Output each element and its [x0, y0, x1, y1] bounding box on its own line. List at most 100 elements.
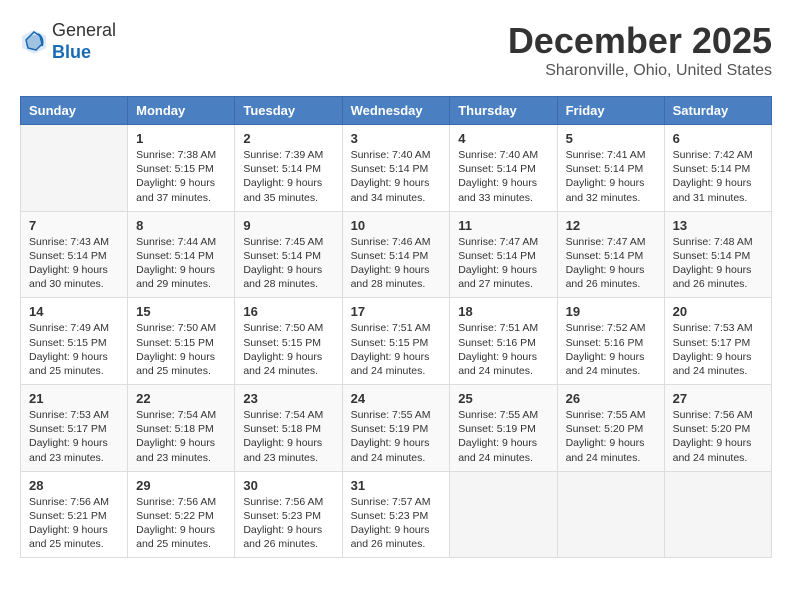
- calendar-cell: [21, 125, 128, 212]
- day-info: Sunrise: 7:51 AMSunset: 5:16 PMDaylight:…: [458, 321, 548, 378]
- calendar-week-3: 14 Sunrise: 7:49 AMSunset: 5:15 PMDayligh…: [21, 298, 772, 385]
- day-number: 7: [29, 218, 119, 233]
- day-info: Sunrise: 7:52 AMSunset: 5:16 PMDaylight:…: [566, 321, 656, 378]
- calendar-cell: 12 Sunrise: 7:47 AMSunset: 5:14 PMDayligh…: [557, 211, 664, 298]
- day-number: 8: [136, 218, 226, 233]
- page-header: General Blue December 2025 Sharonville, …: [20, 20, 772, 80]
- calendar-cell: 27 Sunrise: 7:56 AMSunset: 5:20 PMDayligh…: [664, 385, 771, 472]
- calendar-cell: [450, 471, 557, 558]
- day-number: 9: [243, 218, 333, 233]
- day-number: 29: [136, 478, 226, 493]
- calendar-cell: [557, 471, 664, 558]
- day-number: 18: [458, 304, 548, 319]
- calendar-cell: 5 Sunrise: 7:41 AMSunset: 5:14 PMDaylight…: [557, 125, 664, 212]
- day-info: Sunrise: 7:53 AMSunset: 5:17 PMDaylight:…: [29, 408, 119, 465]
- day-info: Sunrise: 7:48 AMSunset: 5:14 PMDaylight:…: [673, 235, 763, 292]
- day-number: 12: [566, 218, 656, 233]
- calendar-cell: [664, 471, 771, 558]
- calendar-cell: 6 Sunrise: 7:42 AMSunset: 5:14 PMDaylight…: [664, 125, 771, 212]
- weekday-header-sunday: Sunday: [21, 97, 128, 125]
- weekday-header-saturday: Saturday: [664, 97, 771, 125]
- calendar-cell: 15 Sunrise: 7:50 AMSunset: 5:15 PMDayligh…: [128, 298, 235, 385]
- day-info: Sunrise: 7:45 AMSunset: 5:14 PMDaylight:…: [243, 235, 333, 292]
- day-number: 28: [29, 478, 119, 493]
- calendar-week-5: 28 Sunrise: 7:56 AMSunset: 5:21 PMDayligh…: [21, 471, 772, 558]
- day-info: Sunrise: 7:55 AMSunset: 5:19 PMDaylight:…: [351, 408, 442, 465]
- day-info: Sunrise: 7:49 AMSunset: 5:15 PMDaylight:…: [29, 321, 119, 378]
- day-info: Sunrise: 7:43 AMSunset: 5:14 PMDaylight:…: [29, 235, 119, 292]
- day-number: 21: [29, 391, 119, 406]
- day-info: Sunrise: 7:54 AMSunset: 5:18 PMDaylight:…: [243, 408, 333, 465]
- day-number: 1: [136, 131, 226, 146]
- calendar-cell: 24 Sunrise: 7:55 AMSunset: 5:19 PMDayligh…: [342, 385, 450, 472]
- day-info: Sunrise: 7:56 AMSunset: 5:23 PMDaylight:…: [243, 495, 333, 552]
- day-number: 30: [243, 478, 333, 493]
- calendar-table: SundayMondayTuesdayWednesdayThursdayFrid…: [20, 96, 772, 558]
- calendar-cell: 31 Sunrise: 7:57 AMSunset: 5:23 PMDayligh…: [342, 471, 450, 558]
- day-info: Sunrise: 7:47 AMSunset: 5:14 PMDaylight:…: [566, 235, 656, 292]
- calendar-cell: 26 Sunrise: 7:55 AMSunset: 5:20 PMDayligh…: [557, 385, 664, 472]
- day-number: 6: [673, 131, 763, 146]
- day-info: Sunrise: 7:41 AMSunset: 5:14 PMDaylight:…: [566, 148, 656, 205]
- calendar-cell: 13 Sunrise: 7:48 AMSunset: 5:14 PMDayligh…: [664, 211, 771, 298]
- day-info: Sunrise: 7:57 AMSunset: 5:23 PMDaylight:…: [351, 495, 442, 552]
- day-number: 16: [243, 304, 333, 319]
- day-number: 23: [243, 391, 333, 406]
- calendar-cell: 25Sunrise: 7:55 AMSunset: 5:19 PMDayligh…: [450, 385, 557, 472]
- calendar-cell: 3Sunrise: 7:40 AMSunset: 5:14 PMDaylight…: [342, 125, 450, 212]
- day-number: 14: [29, 304, 119, 319]
- weekday-header-tuesday: Tuesday: [235, 97, 342, 125]
- weekday-header-row: SundayMondayTuesdayWednesdayThursdayFrid…: [21, 97, 772, 125]
- day-info: Sunrise: 7:50 AMSunset: 5:15 PMDaylight:…: [243, 321, 333, 378]
- calendar-cell: 11 Sunrise: 7:47 AMSunset: 5:14 PMDayligh…: [450, 211, 557, 298]
- day-number: 13: [673, 218, 763, 233]
- calendar-cell: 30 Sunrise: 7:56 AMSunset: 5:23 PMDayligh…: [235, 471, 342, 558]
- calendar-week-1: 1 Sunrise: 7:38 AMSunset: 5:15 PMDaylight…: [21, 125, 772, 212]
- calendar-cell: 8 Sunrise: 7:44 AMSunset: 5:14 PMDaylight…: [128, 211, 235, 298]
- calendar-cell: 17 Sunrise: 7:51 AMSunset: 5:15 PMDayligh…: [342, 298, 450, 385]
- calendar-cell: 4 Sunrise: 7:40 AMSunset: 5:14 PMDaylight…: [450, 125, 557, 212]
- day-info: Sunrise: 7:44 AMSunset: 5:14 PMDaylight:…: [136, 235, 226, 292]
- day-number: 10: [351, 218, 442, 233]
- calendar-cell: 21 Sunrise: 7:53 AMSunset: 5:17 PMDayligh…: [21, 385, 128, 472]
- calendar-cell: 23 Sunrise: 7:54 AMSunset: 5:18 PMDayligh…: [235, 385, 342, 472]
- calendar-cell: 29Sunrise: 7:56 AMSunset: 5:22 PMDayligh…: [128, 471, 235, 558]
- calendar-cell: 22 Sunrise: 7:54 AMSunset: 5:18 PMDayligh…: [128, 385, 235, 472]
- day-info: Sunrise: 7:38 AMSunset: 5:15 PMDaylight:…: [136, 148, 226, 205]
- calendar-cell: 19Sunrise: 7:52 AMSunset: 5:16 PMDayligh…: [557, 298, 664, 385]
- calendar-week-2: 7 Sunrise: 7:43 AMSunset: 5:14 PMDaylight…: [21, 211, 772, 298]
- day-number: 22: [136, 391, 226, 406]
- day-info: Sunrise: 7:46 AMSunset: 5:14 PMDaylight:…: [351, 235, 442, 292]
- day-number: 17: [351, 304, 442, 319]
- day-info: Sunrise: 7:51 AMSunset: 5:15 PMDaylight:…: [351, 321, 442, 378]
- day-info: Sunrise: 7:54 AMSunset: 5:18 PMDaylight:…: [136, 408, 226, 465]
- day-number: 31: [351, 478, 442, 493]
- day-number: 15: [136, 304, 226, 319]
- location-subtitle: Sharonville, Ohio, United States: [508, 62, 772, 80]
- day-number: 27: [673, 391, 763, 406]
- logo: General Blue: [20, 20, 116, 63]
- day-info: Sunrise: 7:56 AMSunset: 5:20 PMDaylight:…: [673, 408, 763, 465]
- day-info: Sunrise: 7:50 AMSunset: 5:15 PMDaylight:…: [136, 321, 226, 378]
- day-number: 4: [458, 131, 548, 146]
- weekday-header-wednesday: Wednesday: [342, 97, 450, 125]
- day-info: Sunrise: 7:42 AMSunset: 5:14 PMDaylight:…: [673, 148, 763, 205]
- logo-text: General Blue: [52, 20, 116, 63]
- day-info: Sunrise: 7:53 AMSunset: 5:17 PMDaylight:…: [673, 321, 763, 378]
- day-info: Sunrise: 7:55 AMSunset: 5:19 PMDaylight:…: [458, 408, 548, 465]
- day-info: Sunrise: 7:47 AMSunset: 5:14 PMDaylight:…: [458, 235, 548, 292]
- calendar-cell: 18 Sunrise: 7:51 AMSunset: 5:16 PMDayligh…: [450, 298, 557, 385]
- day-number: 26: [566, 391, 656, 406]
- day-number: 5: [566, 131, 656, 146]
- day-info: Sunrise: 7:55 AMSunset: 5:20 PMDaylight:…: [566, 408, 656, 465]
- calendar-cell: 10 Sunrise: 7:46 AMSunset: 5:14 PMDayligh…: [342, 211, 450, 298]
- day-number: 2: [243, 131, 333, 146]
- day-number: 11: [458, 218, 548, 233]
- logo-icon: [20, 28, 48, 56]
- day-info: Sunrise: 7:40 AMSunset: 5:14 PMDaylight:…: [458, 148, 548, 205]
- calendar-cell: 9 Sunrise: 7:45 AMSunset: 5:14 PMDaylight…: [235, 211, 342, 298]
- weekday-header-monday: Monday: [128, 97, 235, 125]
- calendar-cell: 28 Sunrise: 7:56 AMSunset: 5:21 PMDayligh…: [21, 471, 128, 558]
- day-info: Sunrise: 7:56 AMSunset: 5:21 PMDaylight:…: [29, 495, 119, 552]
- day-number: 24: [351, 391, 442, 406]
